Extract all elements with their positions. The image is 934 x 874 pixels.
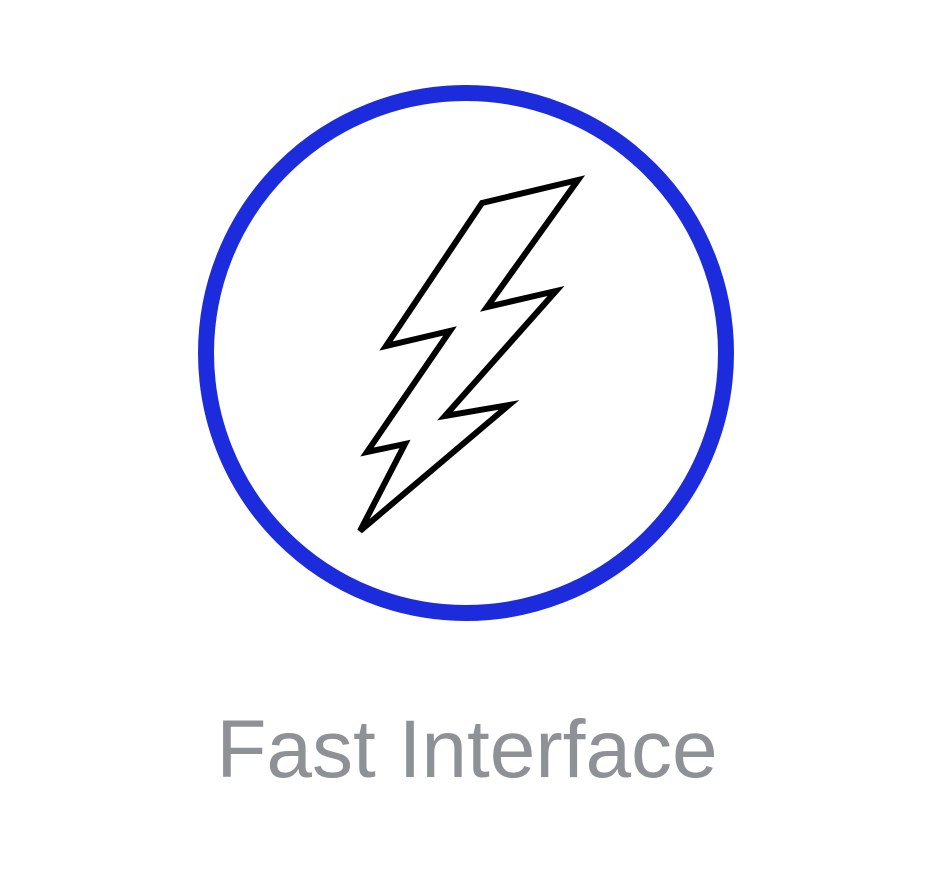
feature-label: Fast Interface: [216, 704, 718, 795]
feature-icon: [196, 84, 736, 624]
feature-card: Fast Interface: [0, 0, 934, 874]
lightning-bolt-icon: [357, 175, 586, 534]
